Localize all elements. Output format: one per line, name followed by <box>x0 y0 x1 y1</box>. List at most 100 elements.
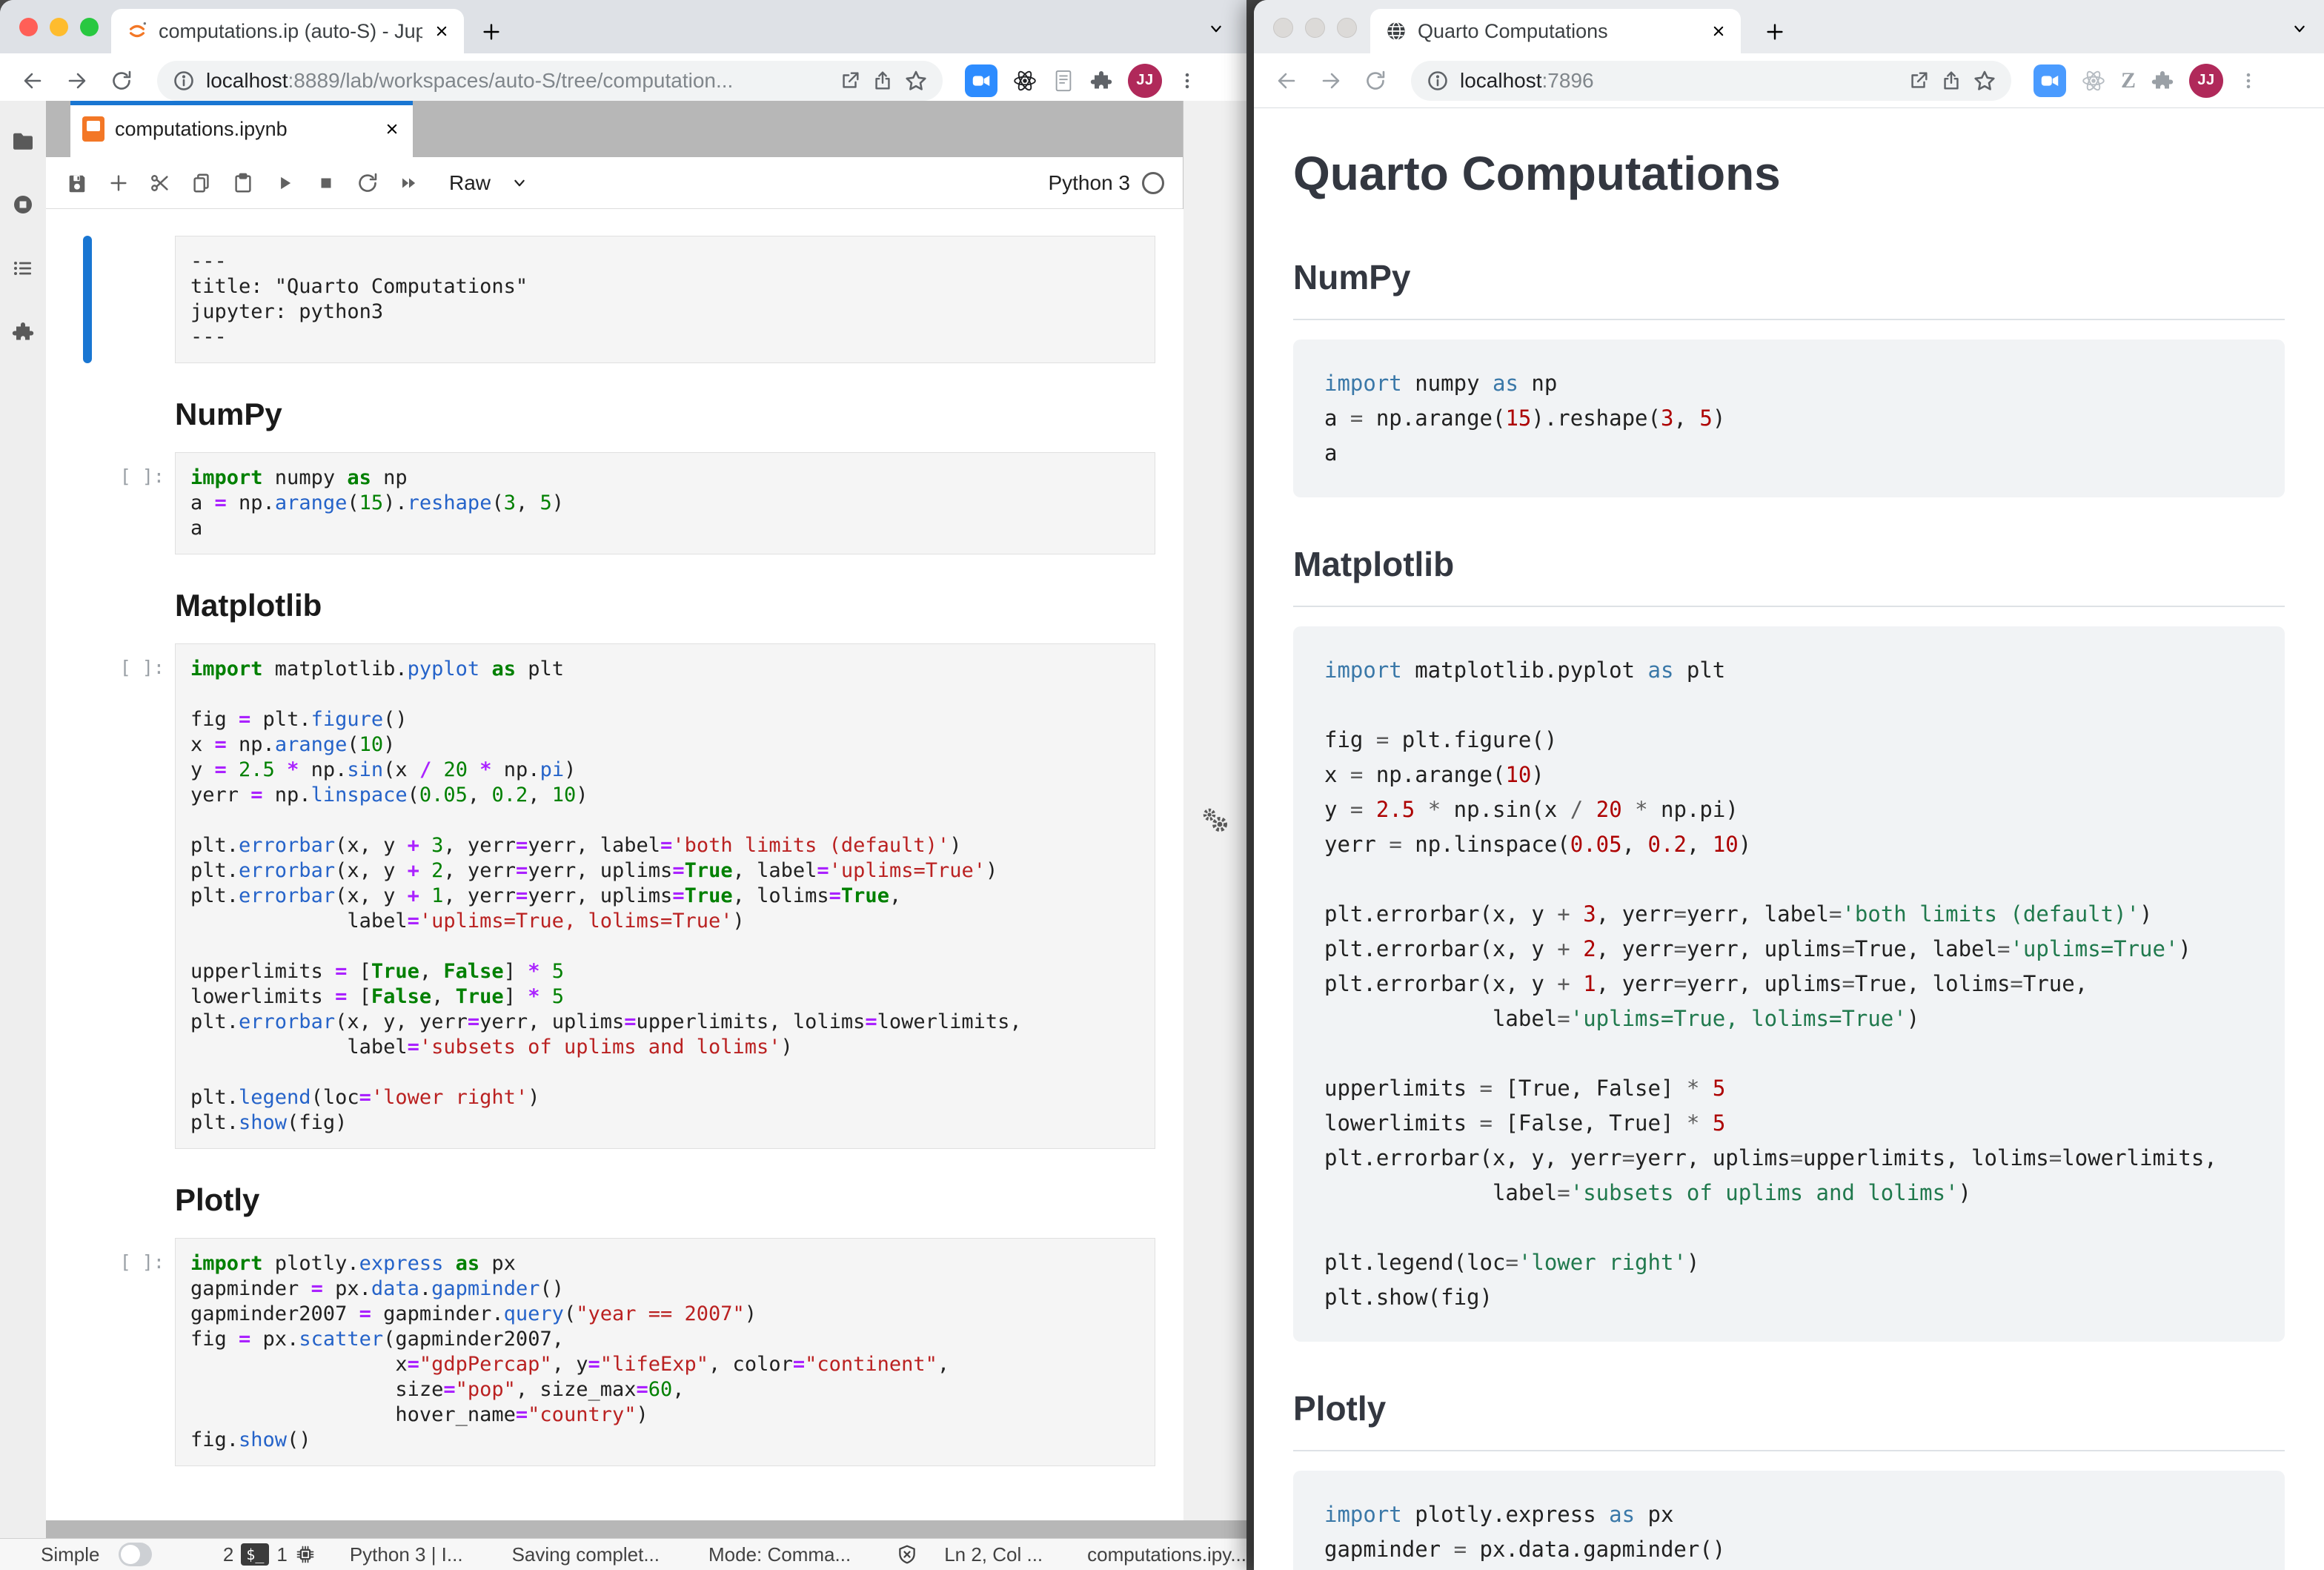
cell-collapser[interactable] <box>83 643 92 1149</box>
window-controls[interactable] <box>19 18 99 36</box>
cell-collapser[interactable] <box>83 452 92 554</box>
new-tab-button[interactable] <box>1764 21 1786 43</box>
extensions-puzzle-icon[interactable] <box>2151 69 2174 93</box>
extension-manager-icon[interactable] <box>11 320 35 344</box>
close-tab-icon[interactable] <box>433 22 451 40</box>
section-rule <box>1293 319 2285 320</box>
stop-kernel-button[interactable] <box>305 163 347 203</box>
share-icon[interactable] <box>872 70 894 92</box>
close-window-button[interactable] <box>1273 18 1293 38</box>
paste-cell-button[interactable] <box>222 163 264 203</box>
jupyterlab-activity-bar <box>0 101 47 1538</box>
cell-collapser[interactable] <box>83 1238 92 1466</box>
window-controls[interactable] <box>1273 18 1357 38</box>
tab-search-chevron-icon[interactable] <box>2290 19 2309 39</box>
new-tab-button[interactable] <box>480 21 502 43</box>
close-notebook-tab-icon[interactable] <box>383 120 401 138</box>
running-kernels-icon[interactable] <box>11 193 35 216</box>
notebook-toolbar: Raw Python 3 <box>46 157 1183 209</box>
site-info-icon[interactable] <box>172 69 196 93</box>
cursor-position[interactable]: Ln 2, Col ... <box>944 1543 1043 1566</box>
back-button[interactable] <box>13 62 52 100</box>
globe-favicon <box>1385 20 1407 42</box>
z-extension-icon[interactable]: Z <box>2121 68 2136 93</box>
react-devtools-extension-icon[interactable] <box>2081 68 2106 93</box>
bookmark-star-icon[interactable] <box>904 69 928 93</box>
statusbar-filename: computations.ipy... <box>1087 1543 1246 1566</box>
browser-tab-title: Quarto Computations <box>1418 20 1699 43</box>
run-cell-button[interactable] <box>264 163 305 203</box>
kernel-indicator[interactable]: Python 3 <box>1048 171 1173 195</box>
address-bar[interactable]: localhost:7896 <box>1411 61 2011 101</box>
address-bar[interactable]: localhost:8889/lab/workspaces/auto-S/tre… <box>157 61 943 101</box>
notebook-tab[interactable]: computations.ipynb <box>70 101 413 157</box>
file-browser-icon[interactable] <box>10 129 36 153</box>
cell-collapser[interactable] <box>83 236 92 363</box>
copy-cell-button[interactable] <box>181 163 222 203</box>
open-in-new-icon[interactable] <box>1908 70 1930 92</box>
share-icon[interactable] <box>1940 70 1962 92</box>
reload-button[interactable] <box>102 62 141 100</box>
browser-tab-jupyterlab[interactable]: computations.ip (auto-S) - Jup <box>111 9 464 53</box>
markdown-heading-matplotlib: Matplotlib <box>175 587 1155 624</box>
close-window-button[interactable] <box>19 18 38 36</box>
site-info-icon[interactable] <box>1426 69 1450 93</box>
simple-mode-toggle[interactable] <box>119 1543 151 1566</box>
browser-tab-quarto[interactable]: Quarto Computations <box>1370 9 1741 53</box>
profile-avatar[interactable]: JJ <box>2189 64 2223 98</box>
extensions-puzzle-icon[interactable] <box>1089 69 1113 93</box>
cell-type-dropdown[interactable]: Raw <box>449 171 529 195</box>
terminal-count[interactable]: 2 <box>223 1543 233 1566</box>
code-block-plotly: import plotly.express as pxgapminder = p… <box>1293 1471 2285 1570</box>
kernel-count[interactable]: 1 <box>276 1543 287 1566</box>
kernel-status-text[interactable]: Python 3 | I... <box>350 1543 463 1566</box>
bookmark-star-icon[interactable] <box>1973 69 1996 93</box>
cell-editor[interactable]: import numpy as npa = np.arange(15).resh… <box>175 452 1155 554</box>
browser-tabstrip: computations.ip (auto-S) - Jup <box>0 0 1246 53</box>
kernel-status-icon <box>1142 172 1164 194</box>
cut-cell-button[interactable] <box>139 163 181 203</box>
jupyterlab-dock: computations.ipynb Raw Pyth <box>46 101 1246 1538</box>
table-of-contents-icon[interactable] <box>11 256 35 280</box>
section-heading-matplotlib: Matplotlib <box>1293 543 2285 585</box>
tab-search-chevron-icon[interactable] <box>1206 19 1226 39</box>
restart-run-all-button[interactable] <box>388 163 430 203</box>
page-title: Quarto Computations <box>1293 145 2285 202</box>
open-in-new-icon[interactable] <box>839 70 861 92</box>
cell-editor[interactable]: ---title: "Quarto Computations"jupyter: … <box>175 236 1155 363</box>
add-cell-button[interactable] <box>98 163 139 203</box>
browser-toolbar: localhost:7896 Z JJ <box>1254 53 2324 108</box>
jupyter-favicon <box>126 20 148 42</box>
right-sidebar <box>1183 101 1246 1520</box>
url-text[interactable]: localhost:8889/lab/workspaces/auto-S/tre… <box>206 69 829 93</box>
kernel-name: Python 3 <box>1048 171 1130 195</box>
trust-shield-icon[interactable] <box>897 1544 917 1565</box>
minimize-window-button[interactable] <box>50 18 68 36</box>
save-button[interactable] <box>56 163 98 203</box>
restart-kernel-button[interactable] <box>347 163 388 203</box>
zoom-extension-icon[interactable] <box>2034 64 2066 97</box>
browser-menu-icon[interactable] <box>1177 70 1198 92</box>
section-heading-plotly: Plotly <box>1293 1388 2285 1429</box>
profile-avatar[interactable]: JJ <box>1128 64 1162 98</box>
forward-button[interactable] <box>1312 62 1350 100</box>
cell-editor[interactable]: import matplotlib.pyplot as plt fig = pl… <box>175 643 1155 1149</box>
browser-window-quarto: Quarto Computations localhost:7896 Z JJ … <box>1254 0 2324 1570</box>
zoom-extension-icon[interactable] <box>965 64 997 97</box>
code-cell: [ ]:import plotly.express as pxgapminder… <box>46 1238 1183 1466</box>
section-rule <box>1293 1450 2285 1451</box>
property-inspector-gears-icon[interactable] <box>1201 120 1230 1520</box>
document-extension-icon[interactable] <box>1052 69 1075 93</box>
react-devtools-extension-icon[interactable] <box>1012 68 1038 93</box>
reload-button[interactable] <box>1356 62 1395 100</box>
kernel-chip-icon <box>295 1544 316 1565</box>
back-button[interactable] <box>1267 62 1306 100</box>
zoom-window-button[interactable] <box>1337 18 1357 38</box>
close-tab-icon[interactable] <box>1710 22 1727 40</box>
browser-menu-icon[interactable] <box>2238 70 2259 92</box>
url-text[interactable]: localhost:7896 <box>1460 69 1897 93</box>
zoom-window-button[interactable] <box>80 18 99 36</box>
forward-button[interactable] <box>58 62 96 100</box>
minimize-window-button[interactable] <box>1305 18 1325 38</box>
cell-editor[interactable]: import plotly.express as pxgapminder = p… <box>175 1238 1155 1466</box>
